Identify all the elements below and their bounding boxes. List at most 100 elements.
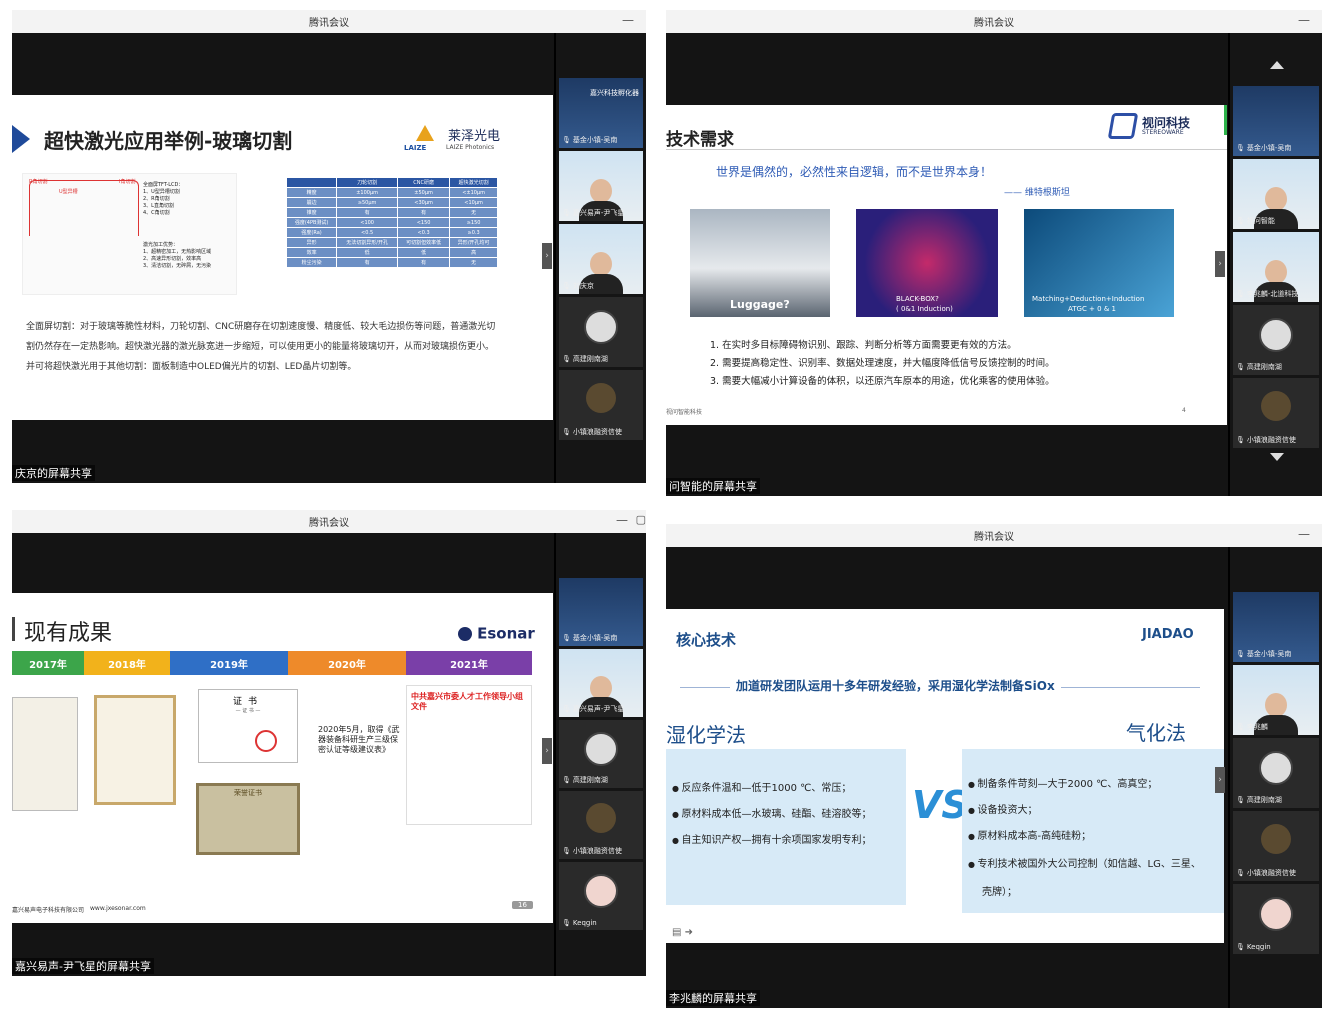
participant-name: 高建刚南湖 — [562, 354, 608, 364]
screen-share-label: 李兆麟的屏幕共享 — [666, 990, 760, 1006]
diagram-item: 1、超精密加工，无热影响区域 — [143, 249, 212, 255]
participant-panel[interactable]: 基金小镇-吴南 视问智能 李兆麟-北道科技 高建刚南湖 小镇浪融资信使 — [1230, 33, 1322, 496]
title-marker — [12, 125, 30, 153]
scroll-down-icon[interactable] — [1270, 453, 1284, 461]
table-cell: 可切割但效率低 — [397, 237, 451, 248]
table-row: 异形 无法切割异形/开孔 可切割但效率低 异形/开孔均可 — [285, 237, 498, 248]
stereoware-logo: 视问科技 STEREOWARE — [1107, 113, 1210, 139]
participant-name: 小镇浪融资信使 — [1236, 868, 1296, 878]
slide-title: 现有成果 — [24, 621, 113, 646]
table-cell: <30μm — [397, 197, 451, 208]
year-label: 2020年 — [328, 659, 366, 671]
participant-name: 李兆麟 — [1236, 722, 1268, 732]
left-panel: 反应条件温和—低于1000 ℃、常压； 原材料成本低—水玻璃、硅酯、硅溶胶等； … — [666, 749, 906, 905]
participant-tile[interactable]: 高建刚南湖 — [1233, 738, 1319, 808]
participant-tile[interactable]: 视问智能 — [1233, 159, 1319, 229]
table-row: 刀轮切割 CNC研磨 超快激光切割 — [285, 177, 498, 188]
participant-tile[interactable]: 高建刚南湖 — [1233, 305, 1319, 375]
quote-author: —— 维特根斯坦 — [1004, 188, 1070, 198]
participant-tile[interactable]: 嘉兴易声-尹飞星 — [559, 649, 643, 717]
participant-tile[interactable]: 小镇浪融资信使 — [1233, 378, 1319, 448]
minimize-button[interactable]: — — [622, 13, 634, 27]
document-image: 中共嘉兴市委人才工作领导小组文件 — [406, 685, 532, 825]
participant-tile[interactable]: 基金小镇-吴南 — [1233, 86, 1319, 156]
participant-panel[interactable]: 基金小镇-吴南 李兆麟 高建刚南湖 小镇浪融资信使 Keqgin — [1230, 547, 1322, 1008]
page-number: 4 — [1182, 407, 1186, 414]
shared-screen-area: 现有成果 Esonar 2017年 2018年 2019年 2020年 2021… — [12, 533, 554, 976]
brand-en: STEREOWARE — [1142, 129, 1184, 136]
org-name: 嘉兴科技孵化器 — [590, 89, 639, 97]
table-cell: <150 — [397, 217, 451, 228]
table-row: 锥度有有无 — [285, 207, 498, 218]
participant-tile[interactable]: 李兆麟-北道科技 — [1233, 232, 1319, 302]
certificate-image: 证书 — 证 书 — — [198, 689, 298, 763]
achievement-note: 2020年5月，取得《武器装备科研生产三级保密认证等级建议表》 — [318, 725, 400, 754]
table-cell: 效率 — [285, 247, 338, 258]
participant-name: 高建刚南湖 — [562, 775, 608, 785]
participant-tile[interactable]: 小镇浪融资信使 — [1233, 811, 1319, 881]
participant-name: Keqgin — [1236, 943, 1271, 951]
minimize-button[interactable]: — — [616, 513, 628, 527]
collapse-panel-button[interactable]: › — [1215, 767, 1225, 793]
list-item: 专利技术被国外大公司控制（如信越、LG、三星、 — [968, 855, 1201, 870]
participant-tile[interactable]: Keqgin — [1233, 884, 1319, 954]
table-cell: ±50μm — [397, 187, 451, 198]
table-cell: <100 — [336, 217, 399, 228]
requirement-list: 1. 在实时多目标障碍物识别、跟踪、判断分析等方面需要更有效的方法。 2. 需要… — [710, 337, 1055, 391]
table-cell: 无 — [449, 207, 498, 218]
collapse-panel-button[interactable]: › — [542, 243, 552, 269]
meeting-window-3: 腾讯会议 — ▢ 现有成果 Esonar 2017年 2018年 2019年 2… — [12, 510, 646, 976]
diagram-item: 3、清洁切割，无碎屑，无污染 — [143, 263, 212, 269]
participant-tile[interactable]: 嘉兴科技孵化器基金小镇-吴南 — [559, 78, 643, 148]
participant-tile[interactable]: 小镇浪融资信使 — [559, 370, 643, 440]
chevron-right-icon: › — [545, 251, 549, 261]
chevron-right-icon: › — [1218, 775, 1222, 785]
diagram-text-1: 全面屏TFT-LCD： 1、U型异槽切割 2、R角切割 3、L直角切割 4、C角… — [143, 182, 183, 217]
participant-panel[interactable]: 嘉兴科技孵化器基金小镇-吴南 嘉兴易声-尹飞星 刘庆京 高建刚南湖 小镇浪融资信… — [556, 33, 646, 483]
participant-tile[interactable]: 嘉兴易声-尹飞星 — [559, 151, 643, 221]
image-network: BLACK-BOX? ( 0&1 Induction) — [856, 209, 998, 317]
participant-panel[interactable]: 基金小镇-吴南 嘉兴易声-尹飞星 高建刚南湖 小镇浪融资信使 Keqgin — [556, 533, 646, 976]
laize-logo: LAIZE 莱泽光电 LAIZE Photonics — [404, 125, 514, 155]
table-cell: 低 — [336, 247, 399, 258]
table-cell: CNC研磨 — [397, 177, 451, 188]
minimize-button[interactable]: — — [1298, 527, 1310, 541]
participant-tile[interactable]: 李兆麟 — [1233, 665, 1319, 735]
maximize-icon[interactable]: ▢ — [636, 513, 646, 526]
video-face — [1265, 693, 1287, 717]
diagram-item: 1、U型异槽切割 — [143, 189, 180, 195]
scroll-up-icon[interactable] — [1270, 61, 1284, 69]
slide-nav-icon[interactable]: ▤ ➜ — [672, 927, 693, 938]
table-cell: 锥度 — [285, 207, 338, 218]
logo-icon — [1107, 113, 1139, 139]
participant-tile[interactable]: 基金小镇-吴南 — [1233, 592, 1319, 662]
participant-tile[interactable]: 基金小镇-吴南 — [559, 578, 643, 646]
certificate-image — [94, 695, 176, 805]
participant-tile[interactable]: 小镇浪融资信使 — [559, 791, 643, 859]
participant-name: 视问智能 — [1236, 216, 1275, 226]
slide-title: 核心技术 — [676, 631, 737, 649]
slide: 超快激光应用举例-玻璃切割 LAIZE 莱泽光电 LAIZE Photonics… — [12, 95, 553, 420]
avatar — [586, 803, 616, 834]
participant-tile[interactable]: 高建刚南湖 — [559, 297, 643, 367]
slide: 技术需求 视问科技 STEREOWARE 世界是偶然的，必然性来自逻辑，而不是世… — [666, 105, 1227, 425]
avatar — [1261, 823, 1291, 854]
collapse-panel-button[interactable]: › — [542, 738, 552, 764]
car-label: Luggage? — [730, 298, 790, 311]
participant-name: 小镇浪融资信使 — [1236, 435, 1296, 445]
table-cell: ±100μm — [336, 187, 399, 198]
title-bar-accent — [12, 617, 15, 641]
participant-tile[interactable]: 刘庆京 — [559, 224, 643, 294]
face-label: Matching+Deduction+Induction — [1032, 295, 1145, 303]
table-cell: 强度(4PB测试) — [285, 217, 338, 228]
collapse-panel-button[interactable]: › — [1215, 251, 1225, 277]
meeting-window-2: 腾讯会议 — 技术需求 视问科技 STEREOWARE 世界是偶然的，必然性来自… — [666, 10, 1322, 496]
shared-screen-area: 核心技术 JIADAO 加道研发团队运用十多年研发经验，采用湿化学法制备SiOx… — [666, 547, 1228, 1008]
table-cell: ≥50μm — [336, 197, 399, 208]
participant-name: 李兆麟-北道科技 — [1236, 289, 1299, 299]
participant-tile[interactable]: 高建刚南湖 — [559, 720, 643, 788]
slide: 核心技术 JIADAO 加道研发团队运用十多年研发经验，采用湿化学法制备SiOx… — [666, 609, 1224, 943]
participant-tile[interactable]: Keqgin — [559, 862, 643, 930]
list-item: 反应条件温和—低于1000 ℃、常压； — [672, 779, 852, 794]
minimize-button[interactable]: — — [1298, 13, 1310, 27]
